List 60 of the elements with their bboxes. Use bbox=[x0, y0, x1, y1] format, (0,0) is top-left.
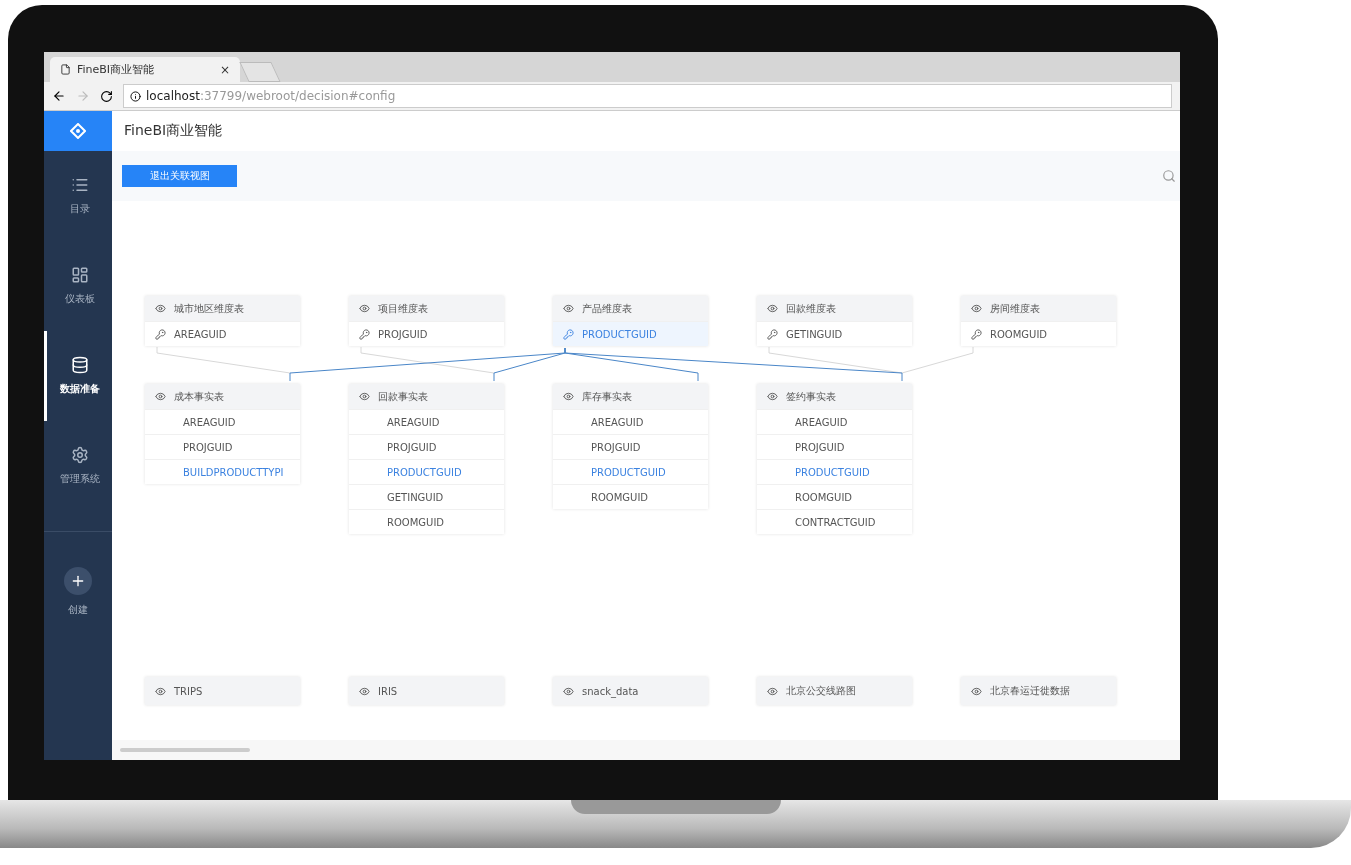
field-row[interactable]: CONTRACTGUID bbox=[757, 509, 912, 534]
sidebar-item[interactable]: 仪表板 bbox=[44, 241, 112, 331]
table-name: 项目维度表 bbox=[378, 301, 428, 316]
table-name: 库存事实表 bbox=[582, 389, 632, 404]
key-field[interactable]: GETINGUID bbox=[757, 321, 912, 346]
field-row[interactable]: AREAGUID bbox=[757, 409, 912, 434]
field-row[interactable]: PROJGUID bbox=[757, 434, 912, 459]
table-name: 北京春运迁徙数据 bbox=[990, 684, 1070, 698]
field-row[interactable]: PRODUCTGUID bbox=[349, 459, 504, 484]
table-card[interactable]: 北京公交线路图 bbox=[757, 677, 912, 705]
address-field[interactable]: localhost:37799/webroot/decision#config bbox=[123, 84, 1172, 108]
browser-tab[interactable]: FineBI商业智能 × bbox=[50, 57, 240, 82]
field-row[interactable]: PRODUCTGUID bbox=[757, 459, 912, 484]
table-name: 城市地区维度表 bbox=[174, 301, 244, 316]
field-row[interactable]: ROOMGUID bbox=[349, 509, 504, 534]
table-name: 回款事实表 bbox=[378, 389, 428, 404]
field-row[interactable]: AREAGUID bbox=[553, 409, 708, 434]
table-name: 产品维度表 bbox=[582, 301, 632, 316]
table-card[interactable]: 北京春运迁徙数据 bbox=[961, 677, 1116, 705]
fact-table-card[interactable]: 签约事实表 AREAGUID PROJGUID PRODUCTGUID ROOMGUID CONTRACTGUID bbox=[757, 384, 912, 534]
dimension-table-card[interactable]: 产品维度表 PRODUCTGUID bbox=[553, 296, 708, 346]
key-field[interactable]: PROJGUID bbox=[349, 321, 504, 346]
table-name: TRIPS bbox=[174, 685, 203, 697]
close-tab-button[interactable]: × bbox=[219, 62, 230, 77]
table-name: IRIS bbox=[378, 685, 398, 697]
dimension-table-card[interactable]: 城市地区维度表 AREAGUID bbox=[145, 296, 300, 346]
field-row[interactable]: PROJGUID bbox=[553, 434, 708, 459]
key-field[interactable]: AREAGUID bbox=[145, 321, 300, 346]
table-name: 北京公交线路图 bbox=[786, 684, 856, 698]
fact-table-card[interactable]: 库存事实表 AREAGUID PROJGUID PRODUCTGUID ROOMGUID bbox=[553, 384, 708, 509]
field-row[interactable]: BUILDPRODUCTTYPI bbox=[145, 459, 300, 484]
field-row[interactable]: ROOMGUID bbox=[757, 484, 912, 509]
field-row[interactable]: ROOMGUID bbox=[553, 484, 708, 509]
field-row[interactable]: GETINGUID bbox=[349, 484, 504, 509]
fact-table-card[interactable]: 回款事实表 AREAGUID PROJGUID PRODUCTGUID GETINGUID ROOMGUID bbox=[349, 384, 504, 534]
fact-table-card[interactable]: 成本事实表 AREAGUID PROJGUID BUILDPRODUCTTYPI bbox=[145, 384, 300, 484]
app-title: FineBI商业智能 bbox=[123, 121, 224, 140]
table-name: snack_data bbox=[582, 685, 639, 697]
sidebar-item[interactable]: 数据准备 bbox=[44, 331, 112, 421]
exit-view-button[interactable]: 退出关联视图 bbox=[122, 165, 237, 187]
table-name: 成本事实表 bbox=[174, 389, 224, 404]
dimension-table-card[interactable]: 回款维度表 GETINGUID bbox=[757, 296, 912, 346]
table-card[interactable]: TRIPS bbox=[145, 677, 300, 705]
field-row[interactable]: PROJGUID bbox=[145, 434, 300, 459]
sidebar-item[interactable]: 管理系统 bbox=[44, 421, 112, 511]
table-name: 房间维度表 bbox=[990, 301, 1040, 316]
sidebar-item[interactable]: 目录 bbox=[44, 151, 112, 241]
create-button[interactable]: 创建 bbox=[64, 567, 92, 617]
table-name: 签约事实表 bbox=[786, 389, 836, 404]
table-name: 回款维度表 bbox=[786, 301, 836, 316]
field-row[interactable]: AREAGUID bbox=[349, 409, 504, 434]
field-row[interactable]: PROJGUID bbox=[349, 434, 504, 459]
dimension-table-card[interactable]: 房间维度表 ROOMGUID bbox=[961, 296, 1116, 346]
key-field[interactable]: ROOMGUID bbox=[961, 321, 1116, 346]
table-card[interactable]: IRIS bbox=[349, 677, 504, 705]
table-card[interactable]: snack_data bbox=[553, 677, 708, 705]
dimension-table-card[interactable]: 项目维度表 PROJGUID bbox=[349, 296, 504, 346]
field-row[interactable]: PRODUCTGUID bbox=[553, 459, 708, 484]
field-row[interactable]: AREAGUID bbox=[145, 409, 300, 434]
key-field[interactable]: PRODUCTGUID bbox=[553, 321, 708, 346]
